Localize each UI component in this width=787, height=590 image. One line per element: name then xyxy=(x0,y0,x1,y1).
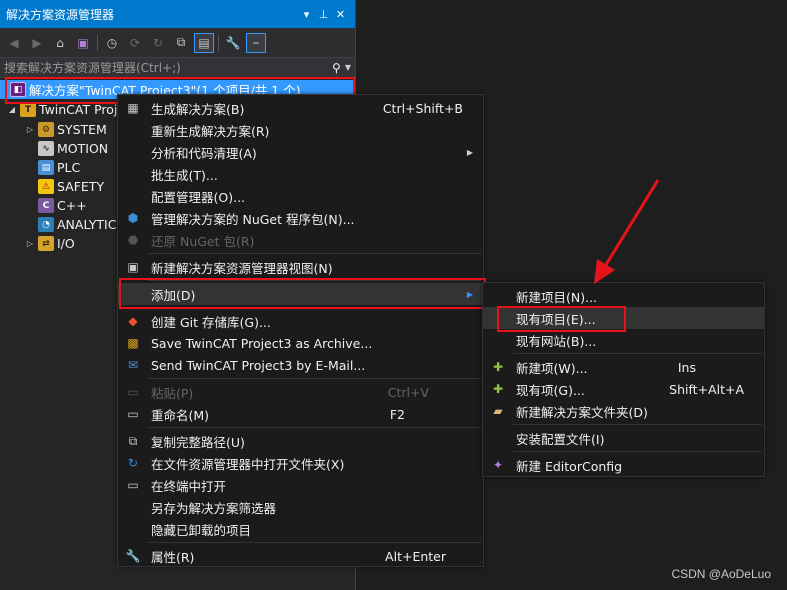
watermark: CSDN @AoDeLuo xyxy=(671,567,771,581)
menu-item-restore-nuget[interactable]: ⬣ 还原 NuGet 包(R) xyxy=(118,229,483,251)
existing-item-icon: ✚ xyxy=(492,382,504,396)
menu-item-save-archive[interactable]: ▩ Save TwinCAT Project3 as Archive... xyxy=(118,332,483,354)
submenu-arrow-icon: ▶ xyxy=(466,147,473,157)
tree-node-label: SYSTEM xyxy=(57,122,107,137)
folder-icon: ▰ xyxy=(493,404,503,418)
menu-item-paste[interactable]: ▭ 粘贴(P) Ctrl+V xyxy=(118,381,483,403)
email-icon: ✉ xyxy=(127,358,139,372)
safety-icon: ⚠ xyxy=(38,179,54,194)
collapsed-arrow-icon[interactable]: ▷ xyxy=(24,125,36,134)
home-icon[interactable]: ⌂ xyxy=(50,33,70,53)
preview-selected-items-icon[interactable]: ⎯ xyxy=(246,32,266,53)
submenu-item-new-solution-folder[interactable]: ▰ 新建解决方案文件夹(D) xyxy=(483,400,764,422)
tree-node-label: MOTION xyxy=(57,141,109,156)
rename-icon: ▭ xyxy=(127,407,139,421)
menu-item-send-email[interactable]: ✉ Send TwinCAT Project3 by E-Mail... xyxy=(118,354,483,376)
vs-switch-views-icon[interactable]: ▣ xyxy=(73,33,93,53)
menu-item-save-as-filter[interactable]: 另存为解决方案筛选器 xyxy=(118,496,483,518)
menu-separator xyxy=(513,353,762,354)
submenu-item-new-editorconfig[interactable]: ✦ 新建 EditorConfig xyxy=(483,454,764,476)
cpp-icon: C xyxy=(38,198,54,213)
menu-separator xyxy=(148,542,481,543)
context-menu: ▦ 生成解决方案(B) Ctrl+Shift+B 重新生成解决方案(R) 分析和… xyxy=(117,94,484,567)
show-all-files-icon[interactable]: ▤ xyxy=(194,32,214,53)
build-icon: ▦ xyxy=(127,101,139,115)
menu-item-configuration-manager[interactable]: 配置管理器(O)... xyxy=(118,185,483,207)
menu-separator xyxy=(513,424,762,425)
nuget-icon: ⬢ xyxy=(127,211,139,225)
restore-icon: ⬣ xyxy=(127,233,139,247)
search-icon[interactable]: ⚲ xyxy=(332,61,341,75)
plc-icon: ▤ xyxy=(38,160,54,175)
back-icon[interactable]: ◀ xyxy=(4,33,24,53)
pending-changes-filter-icon[interactable]: ◷ xyxy=(102,33,122,53)
menu-item-copy-full-path[interactable]: ⧉ 复制完整路径(U) xyxy=(118,430,483,452)
menu-item-create-git-repo[interactable]: ◆ 创建 Git 存储库(G)... xyxy=(118,310,483,332)
tree-node-label: ANALYTICS xyxy=(57,217,125,232)
motion-icon: ∿ xyxy=(38,141,54,156)
refresh-icon: ↻ xyxy=(127,456,139,470)
refresh-icon[interactable]: ↻ xyxy=(148,33,168,53)
new-item-icon: ✚ xyxy=(492,360,504,374)
menu-separator xyxy=(148,427,481,428)
collapse-all-icon[interactable]: ⧉ xyxy=(171,33,191,53)
io-icon: ⇄ xyxy=(38,236,54,251)
sync-icon[interactable]: ⟳ xyxy=(125,33,145,53)
menu-item-analyze-cleanup[interactable]: 分析和代码清理(A) ▶ xyxy=(118,141,483,163)
menu-item-batch-build[interactable]: 批生成(T)... xyxy=(118,163,483,185)
menu-item-new-explorer-view[interactable]: ▣ 新建解决方案资源管理器视图(N) xyxy=(118,256,483,278)
system-icon: ⚙ xyxy=(38,122,54,137)
menu-item-manage-nuget[interactable]: ⬢ 管理解决方案的 NuGet 程序包(N)... xyxy=(118,207,483,229)
panel-titlebar: 解决方案资源管理器 ▾ ⊥ ✕ xyxy=(0,0,355,28)
submenu-item-existing-website[interactable]: 现有网站(B)... xyxy=(483,329,764,351)
toolbar-separator xyxy=(97,34,98,51)
menu-item-build-solution[interactable]: ▦ 生成解决方案(B) Ctrl+Shift+B xyxy=(118,97,483,119)
submenu-item-existing-item[interactable]: ✚ 现有项(G)... Shift+Alt+A xyxy=(483,378,764,400)
search-options-dropdown-icon[interactable]: ▼ xyxy=(345,63,351,72)
toolbar-separator xyxy=(218,34,219,51)
tree-node-label: SAFETY xyxy=(57,179,105,194)
menu-item-hide-unloaded[interactable]: 隐藏已卸载的项目 xyxy=(118,518,483,540)
pin-icon[interactable]: ⊥ xyxy=(315,8,332,21)
wrench-icon: 🔧 xyxy=(125,549,141,563)
menu-item-properties[interactable]: 🔧 属性(R) Alt+Enter xyxy=(118,545,483,567)
paste-icon: ▭ xyxy=(127,385,139,399)
forward-icon[interactable]: ▶ xyxy=(27,33,47,53)
tree-node-label: I/O xyxy=(57,236,75,251)
analytics-icon: ◔ xyxy=(38,217,54,232)
close-icon[interactable]: ✕ xyxy=(332,8,349,21)
collapsed-arrow-icon[interactable]: ▷ xyxy=(24,239,36,248)
menu-item-rename[interactable]: ▭ 重命名(M) F2 xyxy=(118,403,483,425)
annotation-box-add xyxy=(119,278,486,309)
menu-separator xyxy=(148,253,481,254)
menu-item-open-in-terminal[interactable]: ▭ 在终端中打开 xyxy=(118,474,483,496)
tree-node-label: PLC xyxy=(57,160,81,175)
panel-title: 解决方案资源管理器 xyxy=(6,7,115,22)
properties-wrench-icon[interactable]: 🔧 xyxy=(223,33,243,53)
twincat-project-icon: T xyxy=(20,102,36,117)
git-icon: ◆ xyxy=(128,314,138,328)
tree-node-label: C++ xyxy=(57,198,87,213)
menu-item-open-in-explorer[interactable]: ↻ 在文件资源管理器中打开文件夹(X) xyxy=(118,452,483,474)
panel-toolbar: ◀ ▶ ⌂ ▣ ◷ ⟳ ↻ ⧉ ▤ 🔧 ⎯ xyxy=(0,28,355,57)
submenu-item-install-config[interactable]: 安装配置文件(I) xyxy=(483,427,764,449)
search-box[interactable]: 搜索解决方案资源管理器(Ctrl+;) ⚲ ▼ xyxy=(0,57,355,78)
terminal-icon: ▭ xyxy=(127,478,139,492)
expanded-arrow-icon[interactable]: ◢ xyxy=(6,105,18,114)
copy-icon: ⧉ xyxy=(128,433,138,448)
window-position-dropdown-icon[interactable]: ▾ xyxy=(298,8,315,21)
search-input[interactable]: 搜索解决方案资源管理器(Ctrl+;) xyxy=(4,59,332,76)
submenu-item-new-project[interactable]: 新建项目(N)... xyxy=(483,285,764,307)
editorconfig-icon: ✦ xyxy=(492,458,504,472)
annotation-box-existing-project xyxy=(497,306,626,332)
menu-item-rebuild-solution[interactable]: 重新生成解决方案(R) xyxy=(118,119,483,141)
menu-separator xyxy=(513,451,762,452)
archive-icon: ▩ xyxy=(127,336,139,350)
submenu-item-new-item[interactable]: ✚ 新建项(W)... Ins xyxy=(483,356,764,378)
new-view-icon: ▣ xyxy=(127,260,139,274)
menu-separator xyxy=(148,378,481,379)
